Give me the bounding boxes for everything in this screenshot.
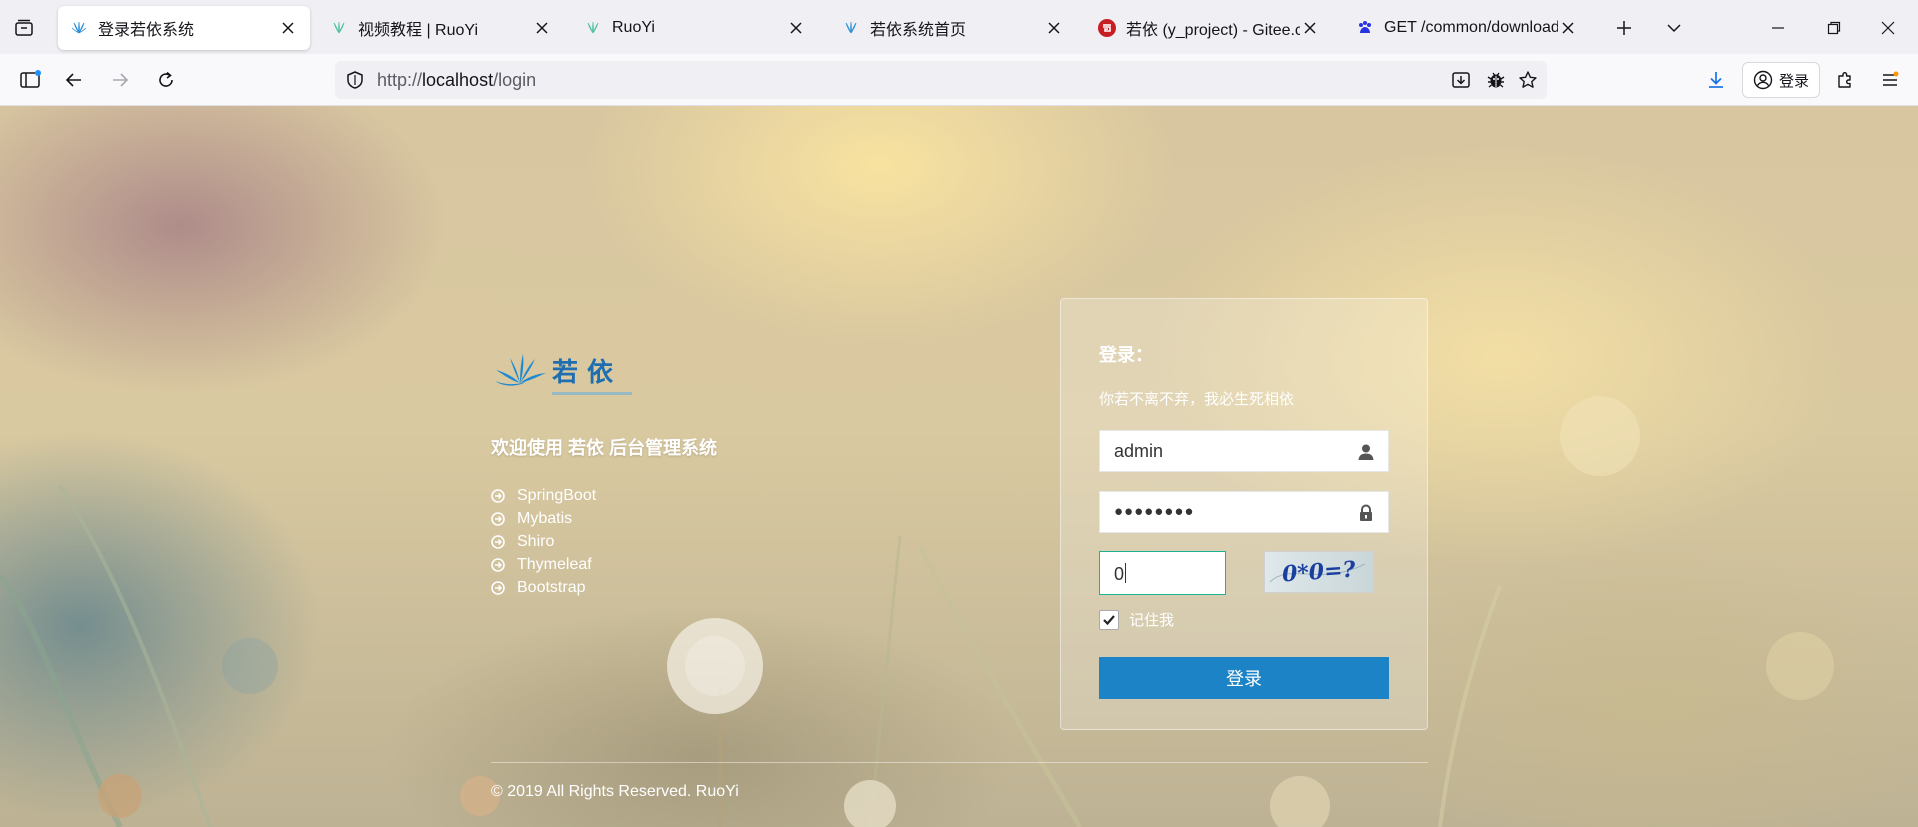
login-title: 登录： [1099, 345, 1153, 365]
arrow-circle-right-icon [491, 488, 505, 503]
feature-label: Mybatis [517, 509, 573, 527]
feature-label: Shiro [517, 532, 555, 550]
account-signin-button[interactable]: 登录 [1742, 62, 1820, 98]
arrow-circle-right-icon [491, 511, 505, 526]
close-tab-icon[interactable] [278, 18, 298, 38]
close-tab-icon[interactable] [1558, 18, 1578, 38]
ruoyi-favicon-icon [584, 19, 602, 37]
list-item: Shiro [491, 530, 596, 553]
text-cursor [1125, 563, 1126, 583]
restore-window-icon[interactable] [1820, 14, 1848, 42]
list-item: SpringBoot [491, 484, 596, 507]
background-meadow-image [0, 396, 1834, 827]
user-icon [1358, 444, 1374, 460]
downloads-icon[interactable] [1700, 64, 1732, 96]
list-all-tabs-chevron-icon[interactable] [1660, 14, 1688, 42]
copyright-footer: © 2019 All Rights Reserved. RuoYi [491, 783, 739, 800]
remember-me-label: 记住我 [1129, 612, 1175, 629]
login-form-card: 登录： 你若不离不弃，我必生死相依 admin ●●●●●●●● 0 0*0=?… [1060, 298, 1428, 730]
captcha-graphic: 0*0=? [1269, 556, 1366, 588]
baidu-paw-icon [1356, 19, 1374, 37]
account-avatar-icon [1753, 70, 1773, 90]
url-host: localhost [422, 70, 494, 90]
url-text[interactable]: http://localhost/login [377, 70, 536, 91]
arrow-circle-right-icon [491, 557, 505, 572]
list-item: Bootstrap [491, 576, 596, 599]
list-item: Mybatis [491, 507, 596, 530]
username-value: admin [1114, 441, 1164, 461]
login-submit-button[interactable]: 登录 [1099, 657, 1389, 699]
url-path: /login [493, 70, 537, 90]
tab-video-tutorial[interactable]: 视频教程 | RuoYi [318, 6, 564, 50]
reload-icon[interactable] [150, 64, 182, 96]
page-viewport: 若 依 欢迎使用 若依 后台管理系统 SpringBoot Mybatis Sh… [0, 106, 1918, 827]
remember-me-checkbox[interactable] [1099, 609, 1119, 630]
new-tab-icon[interactable] [1610, 14, 1638, 42]
remember-me[interactable]: 记住我 [1099, 609, 1174, 630]
feature-label: Thymeleaf [517, 555, 592, 573]
close-tab-icon[interactable] [1044, 18, 1064, 38]
tab-title: GET /common/download? [1384, 19, 1558, 36]
extensions-puzzle-icon[interactable] [1829, 64, 1861, 96]
svg-text:若 依: 若 依 [552, 358, 614, 388]
ruoyi-favicon-icon [330, 19, 348, 37]
tab-download-api[interactable]: GET /common/download? [1344, 6, 1590, 50]
captcha-value: 0 [1114, 564, 1125, 584]
address-bar[interactable]: http://localhost/login [335, 61, 1547, 99]
password-value: ●●●●●●●● [1114, 503, 1195, 520]
ruoyi-logo: 若 依 [495, 354, 632, 395]
tracking-protection-shield-icon[interactable] [345, 70, 365, 90]
close-tab-icon[interactable] [532, 18, 552, 38]
close-tab-icon[interactable] [786, 18, 806, 38]
minimize-window-icon[interactable] [1764, 14, 1792, 42]
tab-ruoyi[interactable]: RuoYi [572, 6, 818, 50]
welcome-heading: 欢迎使用 若依 后台管理系统 [491, 438, 718, 458]
sidebar-toggle-icon[interactable] [14, 64, 46, 96]
close-window-icon[interactable] [1874, 14, 1902, 42]
bookmark-star-icon[interactable] [1516, 68, 1540, 92]
signin-label: 登录 [1779, 72, 1810, 90]
feature-list: SpringBoot Mybatis Shiro Thymeleaf Boots… [491, 484, 596, 599]
checkmark-icon [1103, 614, 1115, 625]
tab-title: 视频教程 | RuoYi [358, 22, 479, 39]
forward-arrow-icon[interactable] [104, 64, 136, 96]
tab-gitee[interactable]: 若依 (y_project) - Gitee.com [1086, 6, 1332, 50]
gitee-favicon-icon [1098, 19, 1116, 37]
login-subtitle: 你若不离不弃，我必生死相依 [1099, 391, 1295, 408]
tab-title: 若依系统首页 [870, 22, 967, 39]
arrow-circle-right-icon [491, 534, 505, 549]
password-input[interactable]: ●●●●●●●● [1099, 491, 1389, 533]
feature-label: Bootstrap [517, 578, 586, 596]
url-scheme: http:// [377, 70, 423, 90]
close-tab-icon[interactable] [1300, 18, 1320, 38]
tab-strip: 登录若依系统 视频教程 | RuoYi RuoYi 若依系统首页 若依 (y_p… [0, 0, 1918, 54]
username-input[interactable]: admin [1099, 430, 1389, 472]
feature-label: SpringBoot [517, 486, 597, 504]
save-to-pocket-icon[interactable] [1449, 68, 1473, 92]
navigation-toolbar: http://localhost/login 登录 [0, 54, 1918, 106]
ruoyi-favicon-icon [70, 19, 88, 37]
tab-ruoyi-home[interactable]: 若依系统首页 [830, 6, 1076, 50]
tab-login-ruoyi[interactable]: 登录若依系统 [58, 6, 310, 50]
captcha-input[interactable]: 0 [1099, 551, 1226, 595]
firefox-view-icon[interactable] [10, 14, 38, 42]
captcha-image[interactable]: 0*0=? [1264, 551, 1374, 593]
bug-extension-icon[interactable] [1484, 68, 1508, 92]
tab-title: RuoYi [612, 19, 655, 36]
ruoyi-favicon-icon [842, 19, 860, 37]
tab-title: 登录若依系统 [98, 22, 195, 39]
captcha-text: 0*0=? [1281, 556, 1357, 587]
app-menu-hamburger-icon[interactable] [1874, 64, 1906, 96]
arrow-circle-right-icon [491, 580, 505, 595]
lock-icon [1360, 504, 1372, 521]
back-arrow-icon[interactable] [58, 64, 90, 96]
tab-title: 若依 (y_project) - Gitee.com [1126, 22, 1300, 39]
footer-divider [491, 762, 1428, 763]
list-item: Thymeleaf [491, 553, 596, 576]
